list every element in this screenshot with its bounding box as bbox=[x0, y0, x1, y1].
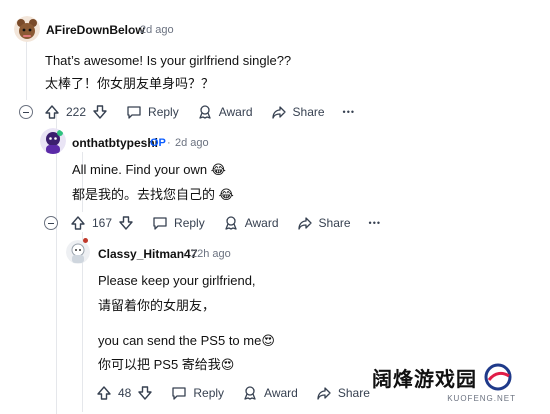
more-options-button[interactable]: ••• bbox=[343, 107, 355, 117]
comment-author[interactable]: onthatbtypeshi bbox=[72, 136, 158, 150]
avatar[interactable] bbox=[14, 16, 40, 42]
online-dot-icon bbox=[83, 238, 88, 243]
award-label: Award bbox=[264, 386, 298, 400]
reply-label: Reply bbox=[174, 216, 205, 230]
share-icon bbox=[271, 106, 286, 119]
comment-author[interactable]: AFireDownBelow bbox=[46, 23, 145, 37]
upvote-icon[interactable] bbox=[44, 104, 60, 120]
vote-group: 167 bbox=[70, 215, 134, 231]
watermark-title: 阔烽游戏园 bbox=[372, 368, 477, 391]
downvote-icon[interactable] bbox=[92, 104, 108, 120]
separator-dot: · bbox=[183, 248, 187, 260]
share-icon bbox=[297, 217, 312, 230]
share-icon bbox=[317, 387, 331, 400]
watermark-subtitle: KUOFENG.NET bbox=[447, 394, 516, 403]
vote-count: 48 bbox=[118, 386, 132, 400]
downvote-icon[interactable] bbox=[118, 215, 134, 231]
vote-group: 48 bbox=[96, 385, 153, 401]
more-options-button[interactable]: ••• bbox=[369, 218, 381, 228]
collapse-thread-button[interactable] bbox=[19, 105, 33, 119]
thread-line-level1b bbox=[56, 114, 57, 414]
watermark: 阔烽游戏园 bbox=[372, 357, 542, 397]
comment-time[interactable]: 2d ago bbox=[140, 24, 174, 36]
reply-icon bbox=[153, 217, 167, 230]
avatar[interactable] bbox=[66, 240, 90, 264]
upvote-icon[interactable] bbox=[96, 385, 112, 401]
separator-dot: · bbox=[167, 137, 171, 149]
reply-icon bbox=[127, 106, 141, 119]
share-button[interactable]: Share bbox=[271, 104, 325, 120]
award-icon bbox=[225, 216, 237, 230]
award-icon bbox=[244, 386, 256, 400]
collapse-thread-button[interactable] bbox=[44, 216, 58, 230]
comment-text-line: All mine. Find your own 😂 bbox=[72, 162, 226, 177]
separator-dot: · bbox=[132, 24, 136, 36]
share-label: Share bbox=[292, 105, 325, 119]
comment-text-line: 你可以把 PS5 寄给我😍 bbox=[98, 357, 235, 372]
vote-group: 222 bbox=[44, 104, 108, 120]
vote-count: 222 bbox=[66, 105, 87, 119]
comment-text-line: 太棒了！你女朋友单身吗？？ bbox=[45, 76, 215, 91]
reply-button[interactable]: Reply bbox=[171, 385, 224, 401]
upvote-icon[interactable] bbox=[70, 215, 86, 231]
comment-time[interactable]: 2d ago bbox=[175, 137, 209, 149]
reply-button[interactable]: Reply bbox=[152, 215, 205, 231]
comment-text-line: 都是我的。去找您自己的 😂 bbox=[72, 187, 234, 202]
share-button[interactable]: Share bbox=[297, 215, 351, 231]
award-button[interactable]: Award bbox=[223, 215, 279, 231]
reply-icon bbox=[172, 387, 187, 400]
thread-line-level2 bbox=[82, 152, 83, 212]
reply-label: Reply bbox=[148, 105, 179, 119]
watermark-logo-icon bbox=[484, 363, 512, 391]
avatar[interactable] bbox=[40, 128, 66, 154]
reply-label: Reply bbox=[193, 386, 225, 400]
award-icon bbox=[199, 105, 211, 119]
share-label: Share bbox=[318, 216, 351, 230]
comment-text-line: That’s awesome! Is your girlfriend singl… bbox=[45, 53, 292, 68]
comment-text-line: Please keep your girlfriend, bbox=[98, 273, 256, 288]
comment-text-line: you can send the PS5 to me😍 bbox=[98, 333, 275, 348]
op-badge: OP bbox=[150, 137, 166, 149]
share-button[interactable]: Share bbox=[316, 385, 370, 401]
thread-line-level1 bbox=[26, 40, 27, 100]
vote-count: 167 bbox=[92, 216, 113, 230]
comment-time[interactable]: 22h ago bbox=[191, 248, 231, 260]
reply-button[interactable]: Reply bbox=[126, 104, 179, 120]
comment-actions: 167 Reply Award Share ••• bbox=[70, 211, 381, 235]
award-label: Award bbox=[218, 105, 253, 119]
award-button[interactable]: Award bbox=[242, 385, 298, 401]
comment-actions: 48 Reply Award Share bbox=[96, 381, 370, 405]
downvote-icon[interactable] bbox=[137, 385, 153, 401]
comment-text-line: 请留着你的女朋友， bbox=[98, 298, 216, 313]
award-button[interactable]: Award bbox=[197, 104, 253, 120]
comment-actions: 222 Reply Award Share ••• bbox=[44, 100, 355, 124]
share-label: Share bbox=[337, 386, 370, 400]
award-label: Award bbox=[244, 216, 279, 230]
